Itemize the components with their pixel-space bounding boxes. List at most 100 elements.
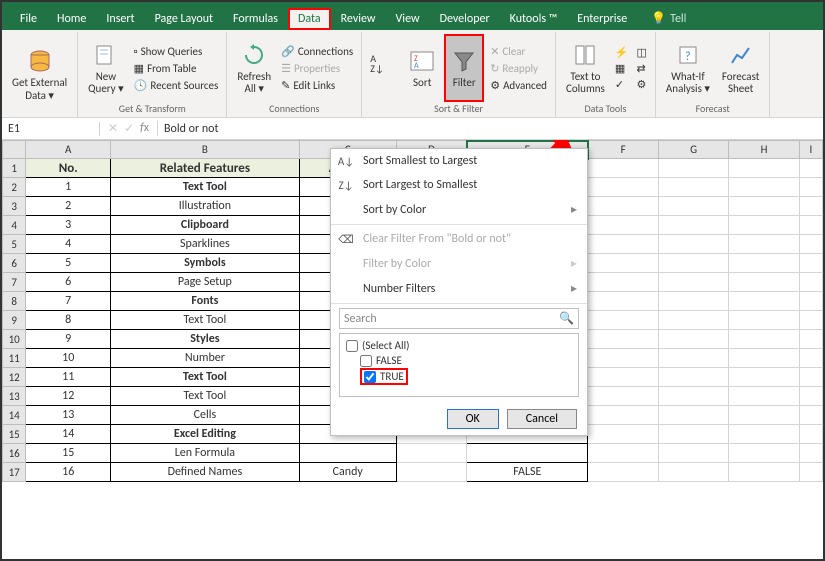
cell-H3[interactable] xyxy=(729,197,799,216)
cell-H12[interactable] xyxy=(729,368,799,387)
cell-F8[interactable] xyxy=(588,292,658,311)
row-header-8[interactable]: 8 xyxy=(3,292,26,311)
cell-B13[interactable]: Text Tool xyxy=(111,387,300,406)
cell-B12[interactable]: Text Tool xyxy=(111,368,300,387)
cell-F16[interactable] xyxy=(588,444,658,463)
cell-I6[interactable] xyxy=(799,254,822,273)
cell-H14[interactable] xyxy=(729,406,799,425)
cell-C16[interactable] xyxy=(299,444,396,463)
text-to-columns-button[interactable]: Text toColumns xyxy=(562,34,609,102)
sort-color-item[interactable]: Sort by Color▸ xyxy=(331,197,587,222)
cell-G5[interactable] xyxy=(658,235,728,254)
cell-I11[interactable] xyxy=(799,349,822,368)
cell-G3[interactable] xyxy=(658,197,728,216)
filter-button[interactable]: Filter xyxy=(444,34,484,102)
cell-D16[interactable] xyxy=(396,444,466,463)
cell-A13[interactable]: 12 xyxy=(26,387,111,406)
tab-enterprise[interactable]: Enterprise xyxy=(567,8,637,30)
cell-B3[interactable]: Illustration xyxy=(111,197,300,216)
cell-B10[interactable]: Styles xyxy=(111,330,300,349)
true-checkbox[interactable]: TRUE xyxy=(360,368,408,385)
filter-search-input[interactable]: Search🔍 xyxy=(339,308,579,329)
cell-H7[interactable] xyxy=(729,273,799,292)
cell-B14[interactable]: Cells xyxy=(111,406,300,425)
cell-I12[interactable] xyxy=(799,368,822,387)
cell-A11[interactable]: 10 xyxy=(26,349,111,368)
ok-button[interactable]: OK xyxy=(447,409,499,429)
cell-H17[interactable] xyxy=(729,463,799,482)
connections-button[interactable]: 🔗 Connections xyxy=(279,44,355,59)
cell-A17[interactable]: 16 xyxy=(26,463,111,482)
cell-H4[interactable] xyxy=(729,216,799,235)
header-cell-B[interactable]: Related Features xyxy=(111,159,300,178)
row-header-5[interactable]: 5 xyxy=(3,235,26,254)
cell-A12[interactable]: 11 xyxy=(26,368,111,387)
cell-G15[interactable] xyxy=(658,425,728,444)
manage-button[interactable]: ⚙ xyxy=(635,77,649,92)
cell-I5[interactable] xyxy=(799,235,822,254)
cell-F6[interactable] xyxy=(588,254,658,273)
cell-A14[interactable]: 13 xyxy=(26,406,111,425)
enter-formula-icon[interactable]: ✓ xyxy=(124,121,134,136)
cell-G17[interactable] xyxy=(658,463,728,482)
row-header-14[interactable]: 14 xyxy=(3,406,26,425)
cell-B7[interactable]: Page Setup xyxy=(111,273,300,292)
edit-links-button[interactable]: ✎ Edit Links xyxy=(279,78,355,93)
cell-I10[interactable] xyxy=(799,330,822,349)
number-filters-item[interactable]: Number Filters▸ xyxy=(331,276,587,301)
column-header-G[interactable]: G xyxy=(658,141,728,159)
relationships-button[interactable]: ⇄ xyxy=(635,61,649,76)
cell-G11[interactable] xyxy=(658,349,728,368)
false-checkbox[interactable]: FALSE xyxy=(360,353,572,368)
cell-B8[interactable]: Fonts xyxy=(111,292,300,311)
cell-F15[interactable] xyxy=(588,425,658,444)
name-box[interactable]: E1 xyxy=(2,122,100,136)
tab-review[interactable]: Review xyxy=(331,8,386,30)
cell-B16[interactable]: Len Formula xyxy=(111,444,300,463)
cell-B11[interactable]: Number xyxy=(111,349,300,368)
forecast-sheet-button[interactable]: ForecastSheet xyxy=(718,34,764,102)
refresh-all-button[interactable]: RefreshAll ▾ xyxy=(233,34,275,102)
new-query-button[interactable]: NewQuery ▾ xyxy=(84,34,128,102)
cell-A8[interactable]: 7 xyxy=(26,292,111,311)
row-header-11[interactable]: 11 xyxy=(3,349,26,368)
cell-I13[interactable] xyxy=(799,387,822,406)
sort-button[interactable]: ZA Sort xyxy=(404,34,440,102)
row-header-17[interactable]: 17 xyxy=(3,463,26,482)
cell-A5[interactable]: 4 xyxy=(26,235,111,254)
tab-data[interactable]: Data xyxy=(288,8,331,30)
from-table-button[interactable]: ▦ From Table xyxy=(132,61,221,76)
cell-H11[interactable] xyxy=(729,349,799,368)
cell-A6[interactable]: 5 xyxy=(26,254,111,273)
flash-fill-button[interactable]: ⚡ xyxy=(613,45,631,60)
tab-home[interactable]: Home xyxy=(47,8,96,30)
header-cell-I[interactable] xyxy=(799,159,822,178)
cell-I17[interactable] xyxy=(799,463,822,482)
cell-G7[interactable] xyxy=(658,273,728,292)
tab-formulas[interactable]: Formulas xyxy=(223,8,288,30)
row-header-1[interactable]: 1 xyxy=(3,159,26,178)
cell-G8[interactable] xyxy=(658,292,728,311)
cell-H5[interactable] xyxy=(729,235,799,254)
row-header-10[interactable]: 10 xyxy=(3,330,26,349)
cell-F10[interactable] xyxy=(588,330,658,349)
row-header-4[interactable]: 4 xyxy=(3,216,26,235)
cell-A10[interactable]: 9 xyxy=(26,330,111,349)
cell-F9[interactable] xyxy=(588,311,658,330)
cell-H16[interactable] xyxy=(729,444,799,463)
cell-D17[interactable] xyxy=(396,463,466,482)
show-queries-button[interactable]: ▫ Show Queries xyxy=(132,44,221,59)
cell-E16[interactable] xyxy=(467,444,588,463)
cell-I8[interactable] xyxy=(799,292,822,311)
row-header-15[interactable]: 15 xyxy=(3,425,26,444)
cell-I3[interactable] xyxy=(799,197,822,216)
what-if-button[interactable]: ? What-IfAnalysis ▾ xyxy=(662,34,714,102)
cell-F11[interactable] xyxy=(588,349,658,368)
cell-B15[interactable]: Excel Editing xyxy=(111,425,300,444)
cell-G4[interactable] xyxy=(658,216,728,235)
cell-G6[interactable] xyxy=(658,254,728,273)
header-cell-A[interactable]: No. xyxy=(26,159,111,178)
sort-az-button[interactable]: AZ↓ xyxy=(368,34,400,102)
select-all-checkbox[interactable]: (Select All) xyxy=(346,338,572,353)
row-header-16[interactable]: 16 xyxy=(3,444,26,463)
